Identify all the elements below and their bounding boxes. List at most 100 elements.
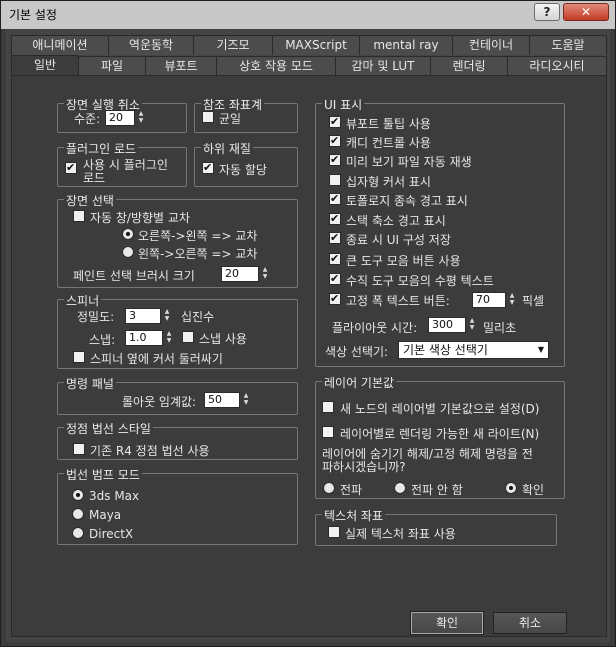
bump-directx-label: DirectX (89, 527, 134, 541)
propagate-label: 전파 (340, 483, 363, 497)
snap-value[interactable]: 1.0 (125, 330, 163, 346)
load-plugins-checkbox[interactable] (65, 161, 77, 174)
auto-assign-label: 자동 할당 (219, 163, 267, 177)
fixed-width-text-label: 고정 폭 텍스트 버튼: (346, 294, 450, 308)
legacy-r4-checkbox[interactable] (73, 443, 85, 455)
tab-interaction-mode[interactable]: 상호 작용 모드 (216, 56, 336, 76)
color-picker-label: 색상 선택기: (325, 345, 389, 359)
left-to-right-label: 왼쪽->오른쪽 => 교차 (138, 247, 258, 261)
ask-label: 확인 (522, 483, 545, 497)
tab-ik[interactable]: 역운동학 (108, 35, 194, 55)
color-picker-select[interactable]: 기본 색상 선택기 ▼ (398, 341, 549, 359)
title-bar: 기본 설정 (1, 1, 615, 29)
ok-button[interactable]: 확인 (410, 611, 484, 635)
uniform-checkbox[interactable] (202, 111, 214, 123)
wrap-cursor-label: 스피너 옆에 커서 둘러싸기 (90, 352, 223, 366)
use-snap-checkbox[interactable] (182, 331, 194, 343)
spinner-arrows-icon[interactable]: ▲ ▼ (467, 317, 477, 333)
caddy-controls-checkbox[interactable] (329, 134, 341, 147)
undo-levels-spinner[interactable]: 20 ▲ ▼ (105, 110, 147, 126)
undo-levels-value[interactable]: 20 (105, 110, 135, 126)
large-toolbar-buttons-label: 큰 도구 모음 버튼 사용 (346, 254, 461, 268)
rollout-threshold-label: 롤아웃 임계값: (122, 395, 197, 409)
pixels-label: 픽셀 (522, 294, 545, 308)
dropdown-arrow-icon[interactable]: ▼ (538, 342, 544, 358)
milliseconds-label: 밀리초 (483, 321, 517, 335)
sub-materials-legend: 하위 재질 (201, 140, 253, 157)
topology-warning-checkbox[interactable] (329, 192, 341, 205)
layer-defaults-legend: 레이어 기본값 (322, 374, 397, 391)
precision-spinner[interactable]: 3 ▲ ▼ (125, 308, 173, 324)
stack-collapse-warning-checkbox[interactable] (329, 212, 341, 225)
horizontal-text-label: 수직 도구 모음의 수평 텍스트 (346, 274, 494, 288)
spinner-arrows-icon[interactable]: ▲ ▼ (507, 292, 517, 308)
autoplay-preview-label: 미리 보기 파일 자동 재생 (346, 155, 472, 169)
uniform-label: 균일 (219, 112, 242, 126)
spinner-arrows-icon[interactable]: ▲ ▼ (260, 266, 270, 282)
tab-general[interactable]: 일반 (11, 55, 79, 77)
fixed-width-text-checkbox[interactable] (329, 292, 341, 305)
flyout-time-spinner[interactable]: 300 ▲ ▼ (428, 317, 478, 333)
autoplay-preview-checkbox[interactable] (329, 153, 341, 166)
color-picker-value: 기본 색상 선택기 (403, 343, 488, 357)
real-world-coords-label: 실제 텍스처 좌표 사용 (345, 527, 456, 541)
tab-help[interactable]: 도움말 (529, 35, 607, 55)
tab-rendering[interactable]: 렌더링 (430, 56, 508, 76)
horizontal-text-checkbox[interactable] (329, 272, 341, 285)
rollout-threshold-value[interactable]: 50 (204, 392, 240, 408)
tab-mental-ray[interactable]: mental ray (359, 35, 453, 55)
close-button[interactable]: ✕ (563, 3, 609, 21)
texture-coords-legend: 텍스처 좌표 (322, 507, 386, 524)
tab-gamma-lut[interactable]: 감마 및 LUT (335, 56, 431, 76)
plugin-loading-legend: 플러그인 로드 (64, 140, 139, 157)
bump-directx-radio[interactable] (72, 527, 84, 539)
viewport-tooltips-checkbox[interactable] (329, 115, 341, 128)
rollout-threshold-spinner[interactable]: 50 ▲ ▼ (204, 392, 252, 408)
load-plugins-label-2: 로드 (83, 171, 106, 185)
snap-spinner[interactable]: 1.0 ▲ ▼ (125, 330, 175, 346)
cancel-button[interactable]: 취소 (493, 612, 567, 634)
wrap-cursor-checkbox[interactable] (73, 351, 85, 363)
spinner-arrows-icon[interactable]: ▲ ▼ (162, 308, 172, 324)
help-button[interactable]: ? (534, 3, 560, 21)
auto-crossing-checkbox[interactable] (73, 210, 85, 222)
fixed-width-spinner[interactable]: 70 ▲ ▼ (472, 292, 518, 308)
propagate-radio[interactable] (323, 482, 335, 494)
fixed-width-value[interactable]: 70 (472, 292, 506, 308)
spinner-arrows-icon[interactable]: ▲ ▼ (241, 392, 251, 408)
new-nodes-by-layer-checkbox[interactable] (322, 401, 334, 413)
tab-gizmo[interactable]: 기즈모 (193, 35, 273, 55)
right-to-left-radio[interactable] (122, 228, 134, 240)
scene-selection-legend: 장면 선택 (64, 192, 116, 209)
new-nodes-by-layer-label: 새 노드의 레이어별 기본값으로 설정(D) (340, 402, 540, 416)
left-to-right-radio[interactable] (122, 246, 134, 258)
auto-assign-checkbox[interactable] (202, 161, 214, 174)
spinner-arrows-icon[interactable]: ▲ ▼ (136, 110, 146, 126)
dont-propagate-radio[interactable] (394, 482, 406, 494)
tab-viewports[interactable]: 뷰포트 (145, 56, 217, 76)
bump-maya-radio[interactable] (72, 508, 84, 520)
large-toolbar-buttons-checkbox[interactable] (329, 252, 341, 265)
legacy-r4-label: 기존 R4 정점 법선 사용 (90, 444, 210, 458)
flyout-time-value[interactable]: 300 (428, 317, 466, 333)
brush-size-value[interactable]: 20 (221, 266, 259, 282)
crosshair-cursor-checkbox[interactable] (329, 174, 341, 186)
real-world-coords-checkbox[interactable] (328, 526, 340, 538)
render-lights-by-layer-checkbox[interactable] (322, 426, 334, 438)
ask-radio[interactable] (505, 482, 517, 494)
brush-size-spinner[interactable]: 20 ▲ ▼ (221, 266, 271, 282)
undo-levels-label: 수준: (74, 112, 101, 126)
precision-label: 정밀도: (77, 310, 115, 324)
flyout-time-label: 플라이아웃 시간: (332, 321, 418, 335)
tab-files[interactable]: 파일 (78, 56, 146, 76)
preferences-dialog: 기본 설정 ? ✕ 애니메이션 역운동학 기즈모 MAXScript menta… (0, 0, 616, 647)
tab-animation[interactable]: 애니메이션 (11, 35, 109, 55)
tab-container[interactable]: 컨테이너 (452, 35, 530, 55)
spinner-arrows-icon[interactable]: ▲ ▼ (164, 330, 174, 346)
save-ui-config-checkbox[interactable] (329, 231, 341, 244)
bump-3dsmax-radio[interactable] (72, 489, 84, 501)
precision-value[interactable]: 3 (125, 308, 161, 324)
spinners-legend: 스피너 (64, 292, 102, 309)
tab-radiosity[interactable]: 라디오시티 (507, 56, 607, 76)
tab-maxscript[interactable]: MAXScript (272, 35, 360, 55)
